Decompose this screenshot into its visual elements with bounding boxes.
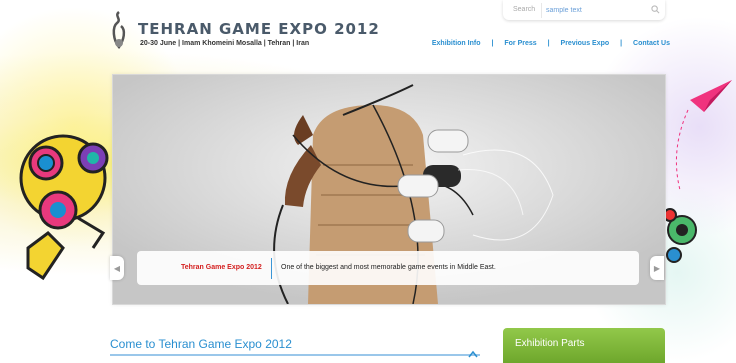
- slider-prev-button[interactable]: ◀: [110, 256, 124, 280]
- search-label: Search: [513, 6, 536, 13]
- exhibition-parts-panel[interactable]: Exhibition Parts: [503, 328, 665, 363]
- paper-plane-illustration: [663, 80, 732, 263]
- slider-caption[interactable]: Tehran Game Expo 2012 One of the biggest…: [137, 251, 639, 285]
- nav-for-press[interactable]: For Press: [504, 40, 536, 47]
- slider-next-button[interactable]: ▶: [650, 256, 664, 280]
- panel-title: Exhibition Parts: [515, 338, 585, 349]
- search-box: Search: [503, 0, 665, 20]
- logo-subtitle: 20-30 June | Imam Khomeini Mosalla | Teh…: [140, 40, 310, 47]
- section-underline: [110, 354, 480, 356]
- up-arrow-icon: [468, 350, 478, 358]
- caption-text: One of the biggest and most memorable ga…: [281, 264, 496, 271]
- section-title: Come to Tehran Game Expo 2012: [110, 337, 292, 351]
- caption-title: Tehran Game Expo 2012: [181, 264, 262, 271]
- top-nav: Exhibition Info | For Press | Previous E…: [432, 40, 670, 47]
- search-input[interactable]: [541, 3, 656, 18]
- nav-contact-us[interactable]: Contact Us: [633, 40, 670, 47]
- nav-separator: |: [491, 40, 494, 47]
- nav-exhibition-info[interactable]: Exhibition Info: [432, 40, 481, 47]
- monster-illustration: [19, 134, 109, 281]
- site-logo[interactable]: TEHRAN GAME EXPO 2012 20-30 June | Imam …: [108, 10, 379, 54]
- chevron-right-icon: ▶: [653, 263, 661, 273]
- nav-separator: |: [620, 40, 623, 47]
- nav-previous-expo[interactable]: Previous Expo: [561, 40, 610, 47]
- search-icon[interactable]: [651, 5, 660, 14]
- logo-title: TEHRAN GAME EXPO 2012: [138, 20, 380, 38]
- logo-mark-icon: [112, 11, 126, 50]
- caption-divider: [271, 258, 272, 279]
- chevron-left-icon: ◀: [113, 263, 121, 273]
- nav-separator: |: [547, 40, 550, 47]
